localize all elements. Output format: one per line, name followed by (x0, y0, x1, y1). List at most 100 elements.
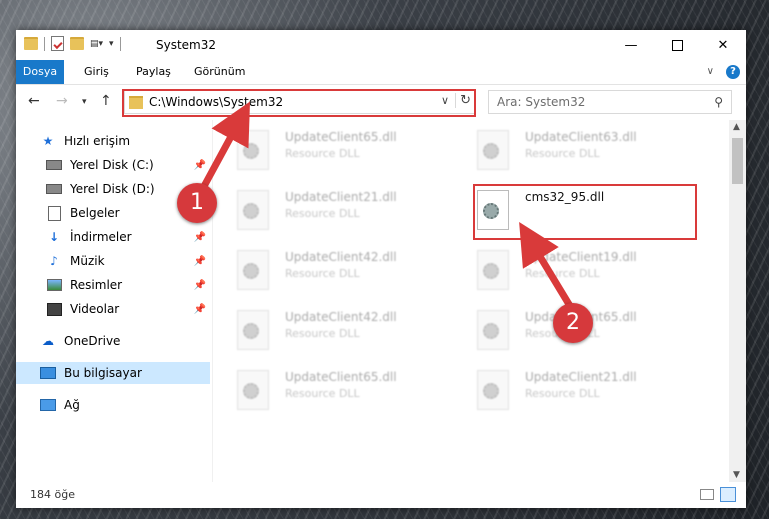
gear-icon (483, 263, 499, 279)
vertical-scrollbar[interactable]: ▲ ▼ (729, 120, 746, 482)
forward-arrow-icon[interactable]: → (56, 93, 68, 109)
file-name: UpdateClient65.dll (285, 130, 397, 144)
sidebar-item-label: Yerel Disk (C:) (70, 158, 154, 172)
sidebar-item-quick-access[interactable]: ★ Hızlı erişim (16, 130, 210, 152)
sidebar-item-onedrive[interactable]: ☁ OneDrive (16, 330, 210, 352)
file-name: UpdateClient63.dll (525, 130, 637, 144)
file-highlight (473, 184, 697, 240)
star-icon: ★ (42, 134, 54, 148)
sidebar-item-label: Belgeler (70, 206, 120, 220)
close-button[interactable]: ✕ (700, 30, 746, 60)
minimize-icon: — (624, 37, 638, 53)
tab-home[interactable]: Giriş (74, 60, 119, 84)
back-arrow-icon[interactable]: ← (28, 93, 40, 109)
file-name: UpdateClient21.dll (525, 370, 637, 384)
file-name: UpdateClient42.dll (285, 310, 397, 324)
network-icon (40, 399, 56, 411)
pin-icon[interactable]: 📌 (194, 232, 206, 243)
pin-icon[interactable]: 📌 (194, 280, 206, 291)
music-icon: ♪ (50, 254, 58, 268)
title-bar: ▤▾ ▾ System32 — ✕ (16, 30, 746, 60)
file-item[interactable]: UpdateClient63.dll Resource DLL (477, 124, 703, 174)
file-description: Resource DLL (525, 267, 600, 280)
file-item[interactable]: UpdateClient42.dll Resource DLL (237, 304, 463, 354)
file-description: Resource DLL (525, 147, 600, 160)
pin-icon[interactable]: 📌 (194, 256, 206, 267)
onedrive-icon: ☁ (42, 334, 54, 348)
computer-icon (40, 367, 56, 379)
videos-icon (46, 302, 62, 316)
sidebar-item-label: OneDrive (64, 334, 121, 348)
folder-icon (24, 37, 38, 50)
pictures-icon (46, 279, 62, 291)
file-name: UpdateClient65.dll (285, 370, 397, 384)
file-item[interactable]: UpdateClient65.dll Resource DLL (237, 124, 463, 174)
gear-icon (243, 203, 259, 219)
sidebar-item-pictures[interactable]: Resimler 📌 (16, 274, 210, 296)
sidebar-item-videos[interactable]: Videolar 📌 (16, 298, 210, 320)
status-bar: 184 öğe (16, 482, 746, 508)
details-view-icon[interactable] (700, 489, 714, 500)
pin-icon[interactable]: 📌 (194, 304, 206, 315)
sidebar-item-local-disk-c[interactable]: Yerel Disk (C:) 📌 (16, 154, 210, 176)
file-description: Resource DLL (285, 327, 360, 340)
tab-share[interactable]: Paylaş (126, 60, 181, 84)
search-box[interactable]: Ara: System32 ⚲ (488, 90, 732, 114)
scroll-up-icon[interactable]: ▲ (733, 122, 740, 132)
scrollbar-thumb[interactable] (732, 138, 743, 184)
step-badge-2: 2 (553, 303, 593, 343)
file-item[interactable]: UpdateClient19.dll Resource DLL (477, 244, 703, 294)
sidebar-item-network[interactable]: Ağ (16, 394, 210, 416)
sidebar-item-label: İndirmeler (70, 230, 132, 244)
file-item[interactable]: UpdateClient42.dll Resource DLL (237, 244, 463, 294)
gear-icon (243, 263, 259, 279)
gear-icon (243, 323, 259, 339)
dll-file-icon (237, 130, 269, 170)
customize-toolbar-icon[interactable]: ▤▾ (90, 39, 103, 49)
toolbar-divider (119, 36, 121, 51)
dll-file-icon (477, 250, 509, 290)
new-folder-icon[interactable] (70, 37, 84, 50)
pin-icon[interactable]: 📌 (194, 160, 206, 171)
search-input[interactable]: Ara: System32 (497, 95, 585, 109)
sidebar-item-downloads[interactable]: ↓ İndirmeler 📌 (16, 226, 210, 248)
sidebar-item-music[interactable]: ♪ Müzik 📌 (16, 250, 210, 272)
downloads-icon: ↓ (48, 230, 60, 244)
window-title: System32 (156, 38, 217, 52)
chevron-down-icon[interactable]: ▾ (109, 39, 114, 49)
maximize-icon (671, 39, 683, 51)
gear-icon (483, 323, 499, 339)
sidebar-item-label: Videolar (70, 302, 120, 316)
documents-icon (47, 205, 61, 221)
sidebar-item-this-pc[interactable]: Bu bilgisayar (16, 362, 210, 384)
scroll-down-icon[interactable]: ▼ (733, 470, 740, 480)
close-icon: ✕ (717, 37, 729, 53)
up-arrow-icon[interactable]: ↑ (100, 93, 112, 109)
sidebar-item-label: Ağ (64, 398, 80, 412)
dll-file-icon (477, 130, 509, 170)
maximize-button[interactable] (654, 30, 700, 60)
file-description: Resource DLL (285, 387, 360, 400)
sidebar-item-label: Bu bilgisayar (64, 366, 142, 380)
step-badge-1: 1 (177, 183, 217, 223)
gear-icon (243, 383, 259, 399)
dll-file-icon (477, 310, 509, 350)
tab-view[interactable]: Görünüm (184, 60, 255, 84)
sidebar-item-label: Hızlı erişim (64, 134, 131, 148)
large-icons-view-icon[interactable] (720, 487, 736, 502)
recent-locations-icon[interactable]: ▾ (82, 97, 87, 107)
file-item[interactable]: UpdateClient21.dll Resource DLL (237, 184, 463, 234)
drive-icon (46, 160, 62, 170)
dll-file-icon (477, 370, 509, 410)
chevron-down-icon[interactable]: ∨ (707, 66, 714, 77)
dll-file-icon (237, 250, 269, 290)
file-item[interactable]: UpdateClient65.dll Resource DLL (237, 364, 463, 414)
tab-file[interactable]: Dosya (16, 60, 64, 84)
file-item[interactable]: UpdateClient21.dll Resource DLL (477, 364, 703, 414)
help-icon[interactable]: ? (726, 65, 740, 79)
address-bar-highlight (122, 89, 476, 117)
properties-icon[interactable] (51, 36, 64, 51)
file-description: Resource DLL (285, 207, 360, 220)
sidebar-item-label: Müzik (70, 254, 105, 268)
minimize-button[interactable]: — (608, 30, 654, 60)
